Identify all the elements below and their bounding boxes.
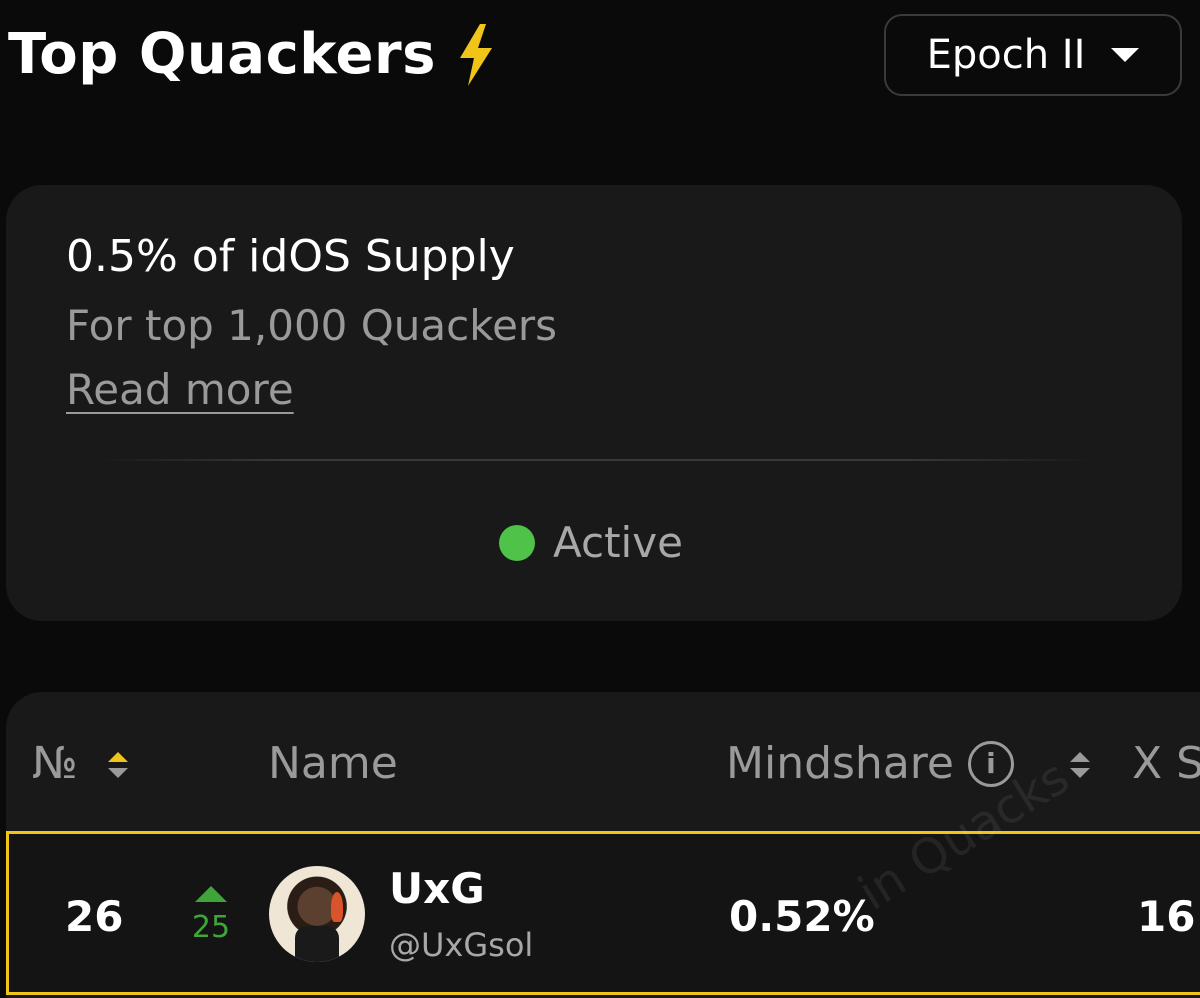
column-header-name: Name [268,738,398,789]
arrow-up-icon [195,886,227,902]
avatar[interactable] [269,866,365,962]
row-x-score: 16 [1137,892,1196,941]
status-label: Active [553,518,683,567]
lightning-bolt-icon [459,23,492,86]
column-header-x-score[interactable]: X S [1132,738,1200,789]
leaderboard-page: Top Quackers Epoch II 0.5% of idOS Suppl… [0,0,1200,998]
status-dot-icon [499,524,535,561]
column-header-mindshare-label: Mindshare [726,738,954,789]
row-mindshare: 0.52% [729,892,875,941]
column-header-rank[interactable]: № [32,738,78,789]
reward-info-card: 0.5% of idOS Supply For top 1,000 Quacke… [6,185,1182,621]
chevron-down-icon [1111,48,1140,62]
card-divider [96,459,1096,461]
rank-change-value: 25 [191,910,231,945]
info-icon[interactable]: i [967,740,1014,787]
page-title-text: Top Quackers [8,22,436,87]
row-rank: 26 [65,892,124,941]
column-header-mindshare[interactable]: Mindshare i [726,738,1014,789]
epoch-dropdown-label: Epoch II [926,32,1086,78]
page-title: Top Quackers [8,22,494,87]
sort-icon[interactable] [1068,750,1092,780]
rank-change: 25 [189,886,233,945]
reward-headline: 0.5% of idOS Supply [66,231,515,282]
row-username[interactable]: UxG [389,864,485,913]
read-more-link[interactable]: Read more [66,365,294,414]
row-handle[interactable]: @UxGsol [389,926,533,964]
table-row[interactable]: in Quacks 26 25 UxG @UxGsol 0.52% 16 [6,749,1200,995]
epoch-dropdown[interactable]: Epoch II [884,14,1182,96]
reward-subtitle: For top 1,000 Quackers [66,301,558,350]
sort-icon[interactable] [106,750,130,780]
status-indicator: Active [499,518,683,567]
